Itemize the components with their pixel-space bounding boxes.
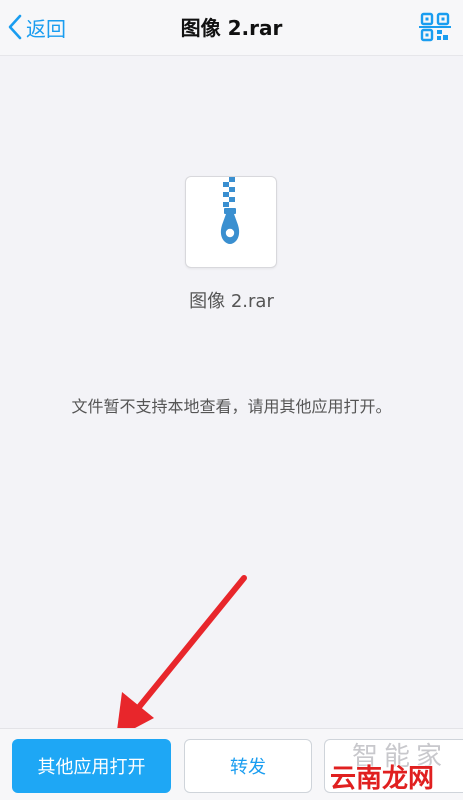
watermark-text: 云南龙网 <box>330 764 435 794</box>
open-with-other-app-button[interactable]: 其他应用打开 <box>12 739 171 793</box>
zip-archive-icon <box>185 176 277 268</box>
scan-button[interactable] <box>419 11 451 43</box>
navigation-bar: 返回 图像 2.rar <box>0 0 463 56</box>
unsupported-message: 文件暂不支持本地查看，请用其他应用打开。 <box>71 397 392 416</box>
forward-button[interactable]: 转发 <box>184 739 312 793</box>
file-name: 图像 2.rar <box>189 291 274 312</box>
qr-scan-icon <box>419 12 451 47</box>
page-title: 图像 2.rar <box>180 16 283 40</box>
